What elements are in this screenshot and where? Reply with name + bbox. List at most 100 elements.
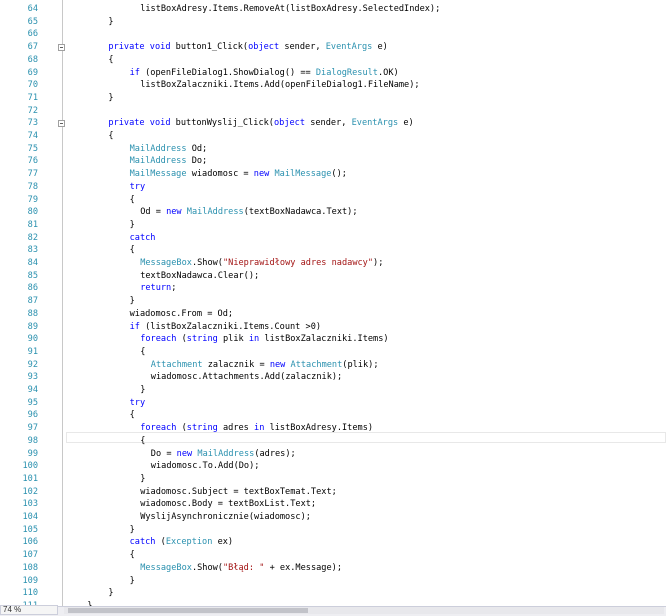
code-text[interactable]: if (openFileDialog1.ShowDialog() == Dial…: [130, 67, 399, 80]
code-line[interactable]: 68 {: [0, 54, 666, 67]
code-line[interactable]: 74 {: [0, 130, 666, 143]
code-editor[interactable]: 64 listBoxAdresy.Items.RemoveAt(listBoxAd…: [0, 0, 666, 606]
code-line[interactable]: 67 private void button1_Click(object send…: [0, 41, 666, 54]
code-line[interactable]: 79 {: [0, 194, 666, 207]
code-line[interactable]: 105}: [0, 524, 666, 537]
code-line[interactable]: 96 {: [0, 409, 666, 422]
code-text[interactable]: wiadomosc.Attachments.Add(zalacznik);: [151, 371, 342, 384]
code-line[interactable]: 69 if (openFileDialog1.ShowDialog() == Di…: [0, 67, 666, 80]
code-text[interactable]: WyslijAsynchronicznie(wiadomosc);: [140, 511, 311, 524]
code-text[interactable]: foreach (string adres in listBoxAdresy.I…: [140, 422, 373, 435]
code-line[interactable]: 66: [0, 28, 666, 41]
code-line[interactable]: 73 private void buttonWyslij_Click(object…: [0, 117, 666, 130]
code-line[interactable]: 70 listBoxZalaczniki.Items.Add(openFileDi…: [0, 79, 666, 92]
code-text[interactable]: }: [140, 384, 145, 397]
code-text[interactable]: MailAddress Od;: [130, 143, 208, 156]
code-text[interactable]: {: [140, 346, 145, 359]
code-line[interactable]: 80 Od = new MailAddress(textBoxNadawca.Te…: [0, 206, 666, 219]
code-text[interactable]: Do = new MailAddress(adres);: [151, 448, 296, 461]
zoom-level-label[interactable]: 74 %: [3, 605, 21, 615]
code-text[interactable]: {: [130, 409, 135, 422]
code-line[interactable]: 93 wiadomosc.Attachments.Add(zalacznik);: [0, 371, 666, 384]
code-line[interactable]: 64 listBoxAdresy.Items.RemoveAt(listBoxAd…: [0, 3, 666, 16]
code-text[interactable]: }: [140, 473, 145, 486]
code-text[interactable]: MailMessage wiadomosc = new MailMessage(…: [130, 168, 347, 181]
zoom-level-control[interactable]: 74 %: [0, 605, 58, 615]
code-text[interactable]: {: [140, 435, 145, 448]
code-text[interactable]: {: [130, 194, 135, 207]
code-text[interactable]: listBoxZalaczniki.Items.Add(openFileDial…: [140, 79, 419, 92]
code-text[interactable]: wiadomosc.Subject = textBoxTemat.Text;: [140, 486, 337, 499]
code-text[interactable]: MessageBox.Show("Nieprawidłowy adres nad…: [140, 257, 383, 270]
collapse-icon[interactable]: [58, 120, 65, 128]
code-line[interactable]: 90 foreach (string plik in listBoxZalaczn…: [0, 333, 666, 346]
code-line[interactable]: 92 Attachment zalacznik = new Attachment(…: [0, 359, 666, 372]
code-line[interactable]: 81}: [0, 219, 666, 232]
code-text[interactable]: try: [130, 181, 146, 194]
code-text[interactable]: textBoxNadawca.Clear();: [140, 270, 259, 283]
code-text[interactable]: {: [130, 244, 135, 257]
code-text[interactable]: }: [130, 295, 135, 308]
line-number: 99: [27, 448, 38, 459]
code-line[interactable]: 110}: [0, 587, 666, 600]
code-line[interactable]: 109}: [0, 575, 666, 588]
code-line[interactable]: 98 {: [0, 435, 666, 448]
code-text[interactable]: }: [108, 16, 113, 29]
code-line[interactable]: 91 {: [0, 346, 666, 359]
code-line[interactable]: 82 catch: [0, 232, 666, 245]
code-text[interactable]: }: [130, 524, 135, 537]
code-text[interactable]: wiadomosc.To.Add(Do);: [151, 460, 260, 473]
code-line[interactable]: 76 MailAddress Do;: [0, 155, 666, 168]
collapse-icon[interactable]: [58, 44, 65, 52]
code-text[interactable]: }: [130, 219, 135, 232]
code-text[interactable]: Attachment zalacznik = new Attachment(pl…: [151, 359, 379, 372]
code-line[interactable]: 87}: [0, 295, 666, 308]
code-line[interactable]: 75 MailAddress Od;: [0, 143, 666, 156]
horizontal-scrollbar[interactable]: [64, 607, 664, 614]
code-text[interactable]: MessageBox.Show("Błąd: " + ex.Message);: [140, 562, 342, 575]
code-text[interactable]: {: [130, 549, 135, 562]
code-line[interactable]: 97 foreach (string adres in listBoxAdresy…: [0, 422, 666, 435]
code-line[interactable]: 95 try: [0, 397, 666, 410]
code-text[interactable]: if (listBoxZalaczniki.Items.Count >0): [130, 321, 321, 334]
code-line[interactable]: 101}: [0, 473, 666, 486]
code-text[interactable]: return;: [140, 282, 176, 295]
code-line[interactable]: 77 MailMessage wiadomosc = new MailMessag…: [0, 168, 666, 181]
code-line[interactable]: 88 wiadomosc.From = Od;: [0, 308, 666, 321]
code-text[interactable]: private void button1_Click(object sender…: [108, 41, 387, 54]
code-text[interactable]: wiadomosc.From = Od;: [130, 308, 233, 321]
code-line[interactable]: 94}: [0, 384, 666, 397]
code-line[interactable]: 83 {: [0, 244, 666, 257]
code-text[interactable]: try: [130, 397, 146, 410]
code-text[interactable]: catch: [130, 232, 156, 245]
code-line[interactable]: 108 MessageBox.Show("Błąd: " + ex.Message…: [0, 562, 666, 575]
code-line[interactable]: 89 if (listBoxZalaczniki.Items.Count >0): [0, 321, 666, 334]
code-line[interactable]: 106 catch (Exception ex): [0, 536, 666, 549]
code-line[interactable]: 99 Do = new MailAddress(adres);: [0, 448, 666, 461]
code-line[interactable]: 71}: [0, 92, 666, 105]
code-text[interactable]: }: [130, 575, 135, 588]
code-line[interactable]: 84 MessageBox.Show("Nieprawidłowy adres n…: [0, 257, 666, 270]
code-line[interactable]: 85 textBoxNadawca.Clear();: [0, 270, 666, 283]
code-text[interactable]: private void buttonWyslij_Click(object s…: [108, 117, 413, 130]
code-line[interactable]: 86 return;: [0, 282, 666, 295]
code-line[interactable]: 103 wiadomosc.Body = textBoxList.Text;: [0, 498, 666, 511]
code-text[interactable]: catch (Exception ex): [130, 536, 234, 549]
code-text[interactable]: wiadomosc.Body = textBoxList.Text;: [140, 498, 316, 511]
code-text[interactable]: Od = new MailAddress(textBoxNadawca.Text…: [140, 206, 357, 219]
code-line[interactable]: 72: [0, 105, 666, 118]
code-text[interactable]: MailAddress Do;: [130, 155, 208, 168]
code-text[interactable]: foreach (string plik in listBoxZalacznik…: [140, 333, 388, 346]
code-line[interactable]: 65}: [0, 16, 666, 29]
horizontal-scrollbar-thumb[interactable]: [68, 608, 308, 613]
code-text[interactable]: {: [108, 54, 113, 67]
code-line[interactable]: 107 {: [0, 549, 666, 562]
code-line[interactable]: 78 try: [0, 181, 666, 194]
code-line[interactable]: 100 wiadomosc.To.Add(Do);: [0, 460, 666, 473]
code-text[interactable]: {: [108, 130, 113, 143]
code-text[interactable]: }: [108, 587, 113, 600]
code-line[interactable]: 104 WyslijAsynchronicznie(wiadomosc);: [0, 511, 666, 524]
code-text[interactable]: }: [108, 92, 113, 105]
code-line[interactable]: 102 wiadomosc.Subject = textBoxTemat.Text…: [0, 486, 666, 499]
code-text[interactable]: listBoxAdresy.Items.RemoveAt(listBoxAdre…: [140, 3, 440, 16]
